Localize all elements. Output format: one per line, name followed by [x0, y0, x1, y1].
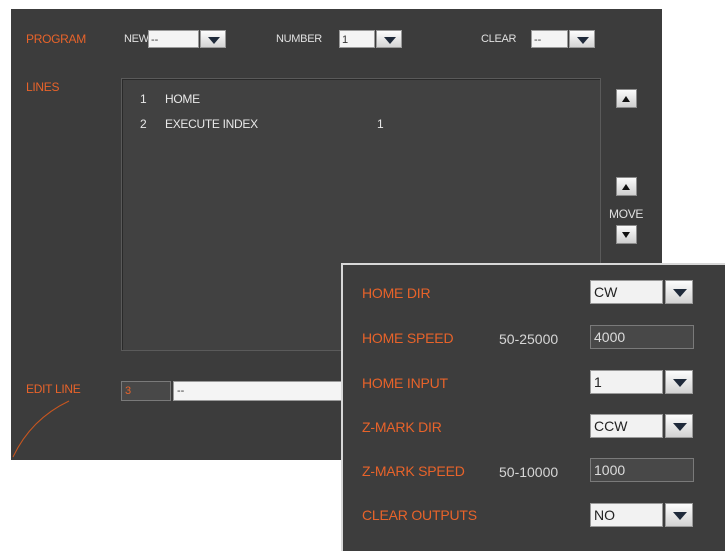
number-label: NUMBER: [276, 33, 322, 45]
home-input-value: 1: [590, 370, 663, 394]
clear-dropdown-value: --: [531, 30, 568, 48]
new-dropdown-value: --: [148, 30, 199, 48]
home-dir-label: HOME DIR: [362, 285, 431, 301]
move-down-button[interactable]: [616, 225, 637, 244]
clear-outputs-value: NO: [590, 503, 663, 527]
clear-outputs-label: CLEAR OUTPUTS: [362, 507, 477, 523]
zmark-speed-label: Z-MARK SPEED: [362, 463, 465, 479]
list-item[interactable]: 1 HOME: [140, 92, 200, 106]
move-up-button[interactable]: [616, 177, 637, 196]
chevron-down-icon[interactable]: [376, 30, 402, 48]
home-settings-panel: HOME DIR CW HOME SPEED 50-25000 4000 HOM…: [341, 263, 725, 551]
lines-label: LINES: [26, 80, 60, 94]
edit-line-number[interactable]: 3: [121, 381, 171, 401]
clear-label: CLEAR: [481, 33, 517, 45]
new-dropdown[interactable]: --: [148, 30, 226, 48]
home-speed-input[interactable]: 4000: [590, 325, 694, 349]
number-dropdown[interactable]: 1: [339, 30, 402, 48]
zmark-dir-dropdown[interactable]: CCW: [590, 414, 693, 438]
line-argument: 1: [377, 117, 384, 131]
decorative-arc: [12, 400, 70, 458]
clear-outputs-dropdown[interactable]: NO: [590, 503, 693, 527]
zmark-dir-label: Z-MARK DIR: [362, 419, 442, 435]
home-speed-label: HOME SPEED: [362, 330, 454, 346]
line-command: EXECUTE INDEX: [165, 117, 258, 131]
home-dir-dropdown[interactable]: CW: [590, 280, 693, 304]
home-speed-range: 50-25000: [499, 331, 559, 347]
chevron-down-icon[interactable]: [569, 30, 595, 48]
line-number: 2: [140, 117, 147, 131]
zmark-speed-range: 50-10000: [499, 464, 559, 480]
chevron-down-icon[interactable]: [665, 503, 693, 527]
chevron-down-icon[interactable]: [200, 30, 226, 48]
list-item[interactable]: 2 EXECUTE INDEX 1: [140, 117, 440, 131]
home-dir-value: CW: [590, 280, 663, 304]
move-label: MOVE: [609, 207, 644, 221]
zmark-speed-input[interactable]: 1000: [590, 458, 694, 482]
chevron-down-icon[interactable]: [665, 414, 693, 438]
line-number: 1: [140, 92, 147, 106]
number-dropdown-value: 1: [339, 30, 375, 48]
chevron-down-icon[interactable]: [665, 280, 693, 304]
line-command: HOME: [165, 92, 200, 106]
chevron-down-icon[interactable]: [665, 370, 693, 394]
home-input-label: HOME INPUT: [362, 375, 448, 391]
zmark-dir-value: CCW: [590, 414, 663, 438]
clear-dropdown[interactable]: --: [531, 30, 595, 48]
home-input-dropdown[interactable]: 1: [590, 370, 693, 394]
scroll-up-button[interactable]: [616, 89, 637, 108]
program-label: PROGRAM: [26, 32, 86, 46]
new-label: NEW: [124, 33, 149, 45]
